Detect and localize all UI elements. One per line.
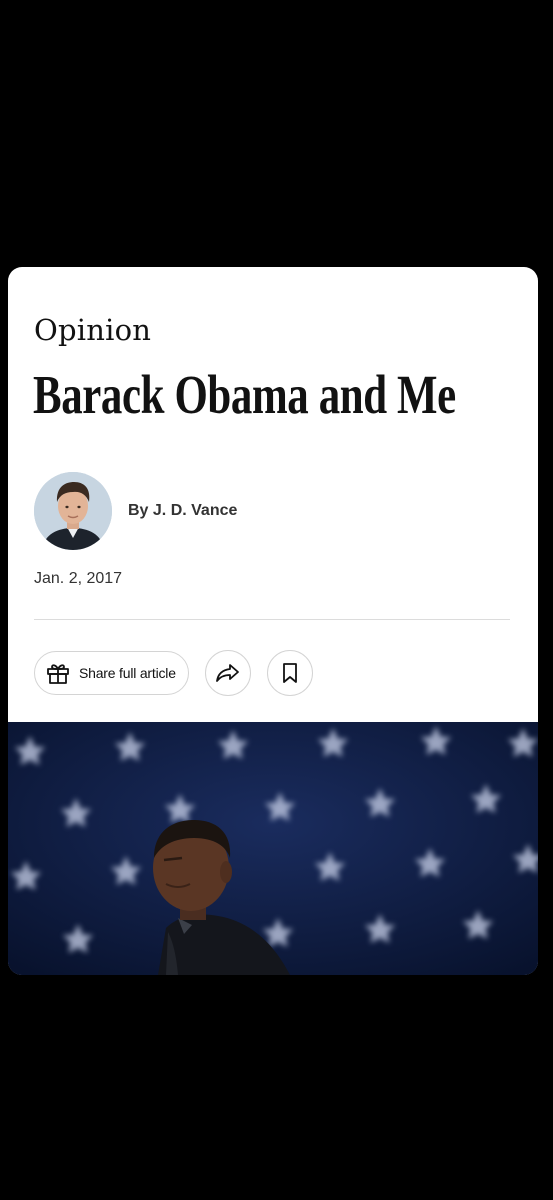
share-full-article-button[interactable]: Share full article [34, 651, 189, 695]
share-arrow-icon [215, 662, 241, 684]
publish-date: Jan. 2, 2017 [34, 570, 123, 587]
share-button[interactable] [204, 650, 251, 696]
hero-image[interactable] [8, 722, 538, 975]
author-row: By J. D. Vance [34, 471, 237, 551]
section-label[interactable]: Opinion [34, 313, 151, 347]
save-button[interactable] [266, 650, 313, 696]
article-headline: Barack Obama and Me [33, 364, 456, 425]
bookmark-icon [281, 662, 299, 684]
divider [34, 619, 510, 620]
gift-icon [45, 660, 71, 686]
screen: Opinion Barack Obama and Me By J. D. Van… [0, 0, 553, 1200]
share-full-article-label: Share full article [79, 665, 176, 681]
article-card: Opinion Barack Obama and Me By J. D. Van… [8, 267, 538, 975]
author-byline[interactable]: By J. D. Vance [128, 502, 237, 520]
article-actions: Share full article [34, 650, 313, 696]
author-avatar[interactable] [34, 472, 112, 550]
